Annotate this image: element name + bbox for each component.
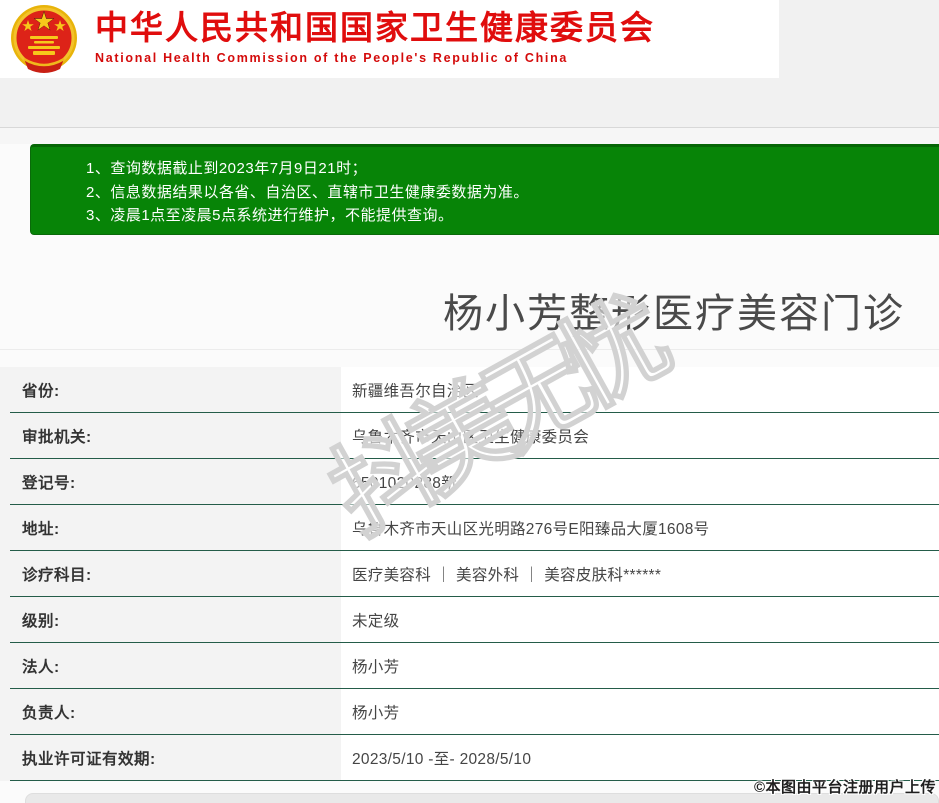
row-value: 乌鲁木齐市天山区卫生健康委员会 xyxy=(341,413,939,459)
row-label: 执业许可证有效期: xyxy=(0,735,341,781)
row-label: 登记号: xyxy=(0,459,341,505)
table-row: 省份:新疆维吾尔自治区 xyxy=(0,367,939,413)
notice-lines: 1、查询数据截止到2023年7月9日21时； 2、信息数据结果以各省、自治区、直… xyxy=(31,147,939,228)
row-label: 省份: xyxy=(0,367,341,413)
table-row: 负责人:杨小芳 xyxy=(0,689,939,735)
row-value: 医疗美容科 ｜ 美容外科 ｜ 美容皮肤科****** xyxy=(341,551,939,597)
row-label: 地址: xyxy=(0,505,341,551)
header-titles: 中华人民共和国国家卫生健康委员会 National Health Commiss… xyxy=(95,8,655,65)
row-value: 6501020288新 xyxy=(341,459,939,505)
site-title-chinese: 中华人民共和国国家卫生健康委员会 xyxy=(95,8,655,48)
site-header: 中华人民共和国国家卫生健康委员会 National Health Commiss… xyxy=(0,0,779,78)
table-row: 法人:杨小芳 xyxy=(0,643,939,689)
row-label: 法人: xyxy=(0,643,341,689)
details-table: 省份:新疆维吾尔自治区审批机关:乌鲁木齐市天山区卫生健康委员会登记号:65010… xyxy=(0,367,939,781)
table-row: 地址:乌鲁木齐市天山区光明路276号E阳臻品大厦1608号 xyxy=(0,505,939,551)
notice-line-2: 2、信息数据结果以各省、自治区、直辖市卫生健康委数据为准。 xyxy=(86,181,939,205)
top-gray-band-lower xyxy=(0,128,939,144)
institution-name-title: 杨小芳整形医疗美容门诊 xyxy=(443,281,905,339)
table-row: 登记号:6501020288新 xyxy=(0,459,939,505)
site-title-english: National Health Commission of the People… xyxy=(95,51,655,65)
row-value: 未定级 xyxy=(341,597,939,643)
row-label: 级别: xyxy=(0,597,341,643)
prc-national-emblem-icon xyxy=(8,3,80,77)
row-value: 2023/5/10 -至- 2028/5/10 xyxy=(341,735,939,781)
row-label: 负责人: xyxy=(0,689,341,735)
table-row: 审批机关:乌鲁木齐市天山区卫生健康委员会 xyxy=(0,413,939,459)
content-divider xyxy=(0,349,939,350)
notice-line-3: 3、凌晨1点至凌晨5点系统进行维护，不能提供查询。 xyxy=(86,204,939,228)
row-label: 诊疗科目: xyxy=(0,551,341,597)
table-row: 级别:未定级 xyxy=(0,597,939,643)
query-notice-banner: 1、查询数据截止到2023年7月9日21时； 2、信息数据结果以各省、自治区、直… xyxy=(30,144,939,235)
row-value: 乌鲁木齐市天山区光明路276号E阳臻品大厦1608号 xyxy=(341,505,939,551)
row-value: 新疆维吾尔自治区 xyxy=(341,367,939,413)
footer-upload-watermark: ©本图由平台注册用户上传 xyxy=(754,776,936,797)
table-row: 诊疗科目:医疗美容科 ｜ 美容外科 ｜ 美容皮肤科****** xyxy=(0,551,939,597)
notice-line-1: 1、查询数据截止到2023年7月9日21时； xyxy=(86,157,939,181)
row-label: 审批机关: xyxy=(0,413,341,459)
row-value: 杨小芳 xyxy=(341,643,939,689)
table-row: 执业许可证有效期:2023/5/10 -至- 2028/5/10 xyxy=(0,735,939,781)
row-value: 杨小芳 xyxy=(341,689,939,735)
